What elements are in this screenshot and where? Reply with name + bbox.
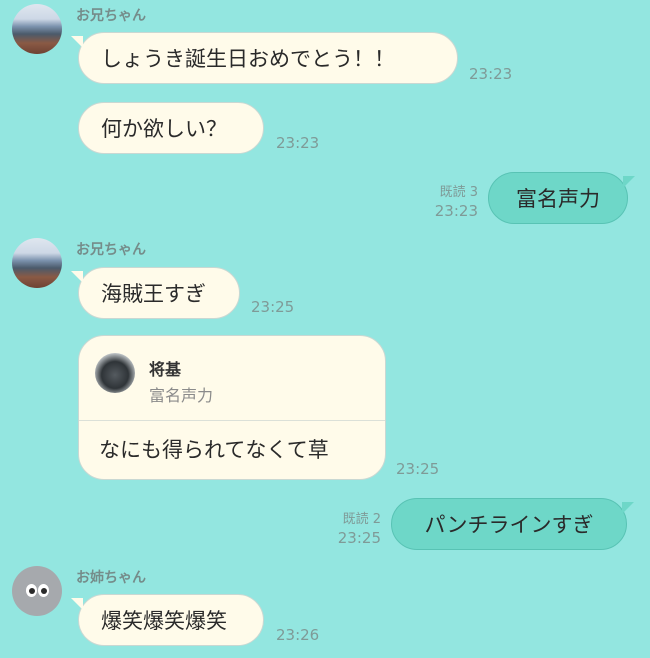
read-status: 既読 3 23:23 (420, 184, 478, 220)
quoted-sender: 将基 (149, 360, 182, 379)
message-time: 23:25 (396, 460, 440, 478)
message-bubble[interactable]: 何か欲しい？ (78, 102, 264, 154)
sender-name: お姉ちゃん (76, 570, 146, 586)
message-bubble[interactable]: しょうき誕生日おめでとう！！ (71, 32, 458, 84)
message-time: 23:23 (276, 134, 320, 152)
bubble-tail (622, 502, 634, 514)
message-text: なにも得られてなくて草 (99, 438, 329, 462)
avatar[interactable] (12, 238, 62, 288)
message-text: 海賊王すぎ (78, 267, 240, 319)
message-bubble[interactable]: パンチラインすぎ (391, 498, 634, 550)
quoted-message[interactable]: 将基 富名声力 (79, 336, 385, 421)
message-time: 23:26 (276, 626, 320, 644)
message-text: しょうき誕生日おめでとう！！ (78, 32, 458, 84)
message-text: 富名声力 (488, 172, 628, 224)
bubble-tail (623, 176, 635, 188)
read-status: 既読 2 23:25 (323, 511, 381, 547)
reply-message-card[interactable]: 将基 富名声力 なにも得られてなくて草 (78, 335, 386, 480)
message-time: 23:23 (469, 65, 513, 83)
bubble-tail (71, 271, 83, 283)
message-text: パンチラインすぎ (391, 498, 627, 550)
message-time: 23:25 (337, 529, 381, 547)
bubble-tail (71, 36, 83, 48)
read-receipt: 既読 3 (439, 185, 478, 200)
message-bubble[interactable]: 海賊王すぎ (71, 267, 240, 319)
eye-icon (38, 584, 49, 597)
sender-name: お兄ちゃん (76, 242, 146, 258)
sender-name: お兄ちゃん (76, 8, 146, 24)
avatar[interactable] (12, 4, 62, 54)
read-receipt: 既読 2 (342, 512, 381, 527)
quoted-text: 富名声力 (149, 386, 214, 405)
default-avatar-icon[interactable] (12, 566, 62, 616)
message-text: 爆笑爆笑爆笑 (78, 594, 264, 646)
bubble-tail (71, 598, 83, 610)
message-bubble[interactable]: 爆笑爆笑爆笑 (71, 594, 264, 646)
quoted-avatar (95, 353, 135, 393)
eye-icon (26, 584, 37, 597)
message-bubble[interactable]: 富名声力 (488, 172, 635, 224)
message-time: 23:23 (434, 202, 478, 220)
message-time: 23:25 (251, 298, 295, 316)
